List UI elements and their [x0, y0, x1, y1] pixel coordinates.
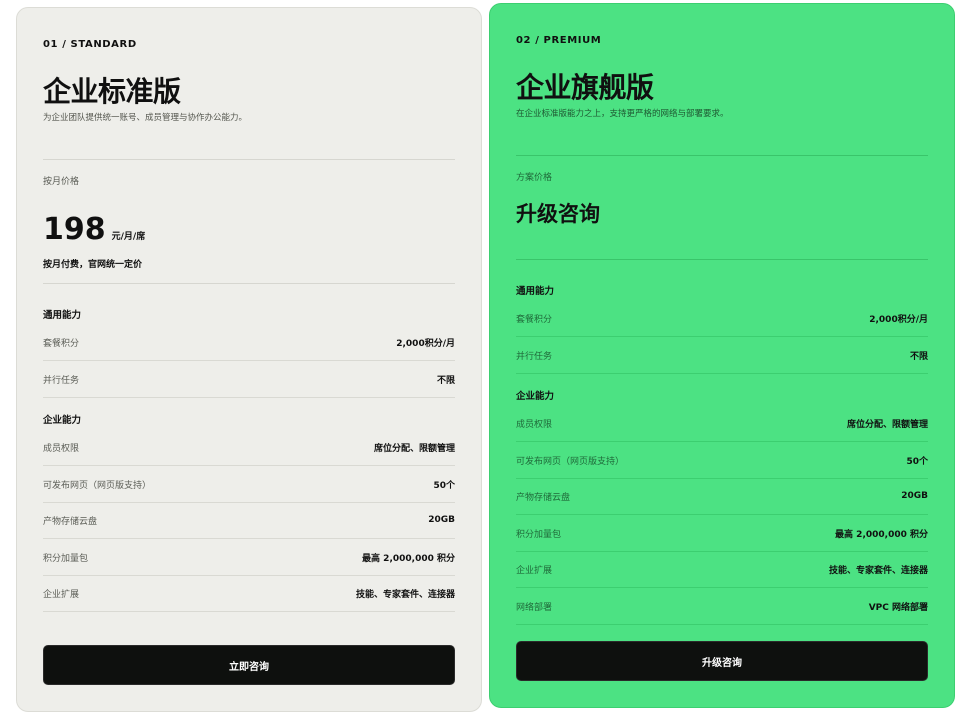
- feature-value: 席位分配、限额管理: [846, 419, 928, 430]
- plan-eyebrow: 02 / PREMIUM: [516, 35, 602, 46]
- feature-key: 可发布网页（网页版支持）: [516, 456, 625, 467]
- divider: [516, 259, 928, 260]
- price-unit: 元/月/席: [111, 232, 146, 242]
- plan-subtitle: 在企业标准版能力之上，支持更严格的网络与部署要求。: [516, 109, 729, 119]
- feature-row: 套餐积分 2,000积分/月: [516, 300, 928, 337]
- divider: [43, 283, 455, 284]
- premium-plan-card: 02 / PREMIUM 企业旗舰版 在企业标准版能力之上，支持更严格的网络与部…: [489, 3, 955, 708]
- feature-row: 企业扩展 技能、专家套件、连接器: [43, 575, 455, 612]
- feature-key: 积分加量包: [43, 553, 89, 564]
- feature-key: 企业扩展: [516, 565, 553, 576]
- section-title-general: 通用能力: [43, 310, 82, 321]
- feature-key: 产物存储云盘: [516, 492, 571, 503]
- plan-title: 企业标准版: [43, 75, 181, 108]
- feature-row: 成员权限 席位分配、限额管理: [516, 405, 928, 442]
- consult-button[interactable]: 立即咨询: [43, 645, 455, 685]
- price-label: 按月价格: [43, 177, 80, 187]
- feature-value: 最高 2,000,000 积分: [835, 529, 928, 540]
- feature-row: 并行任务 不限: [43, 361, 455, 398]
- section-title-enterprise: 企业能力: [43, 415, 82, 426]
- feature-row: 成员权限 席位分配、限额管理: [43, 429, 455, 466]
- price-text: 升级咨询: [516, 202, 600, 226]
- feature-row: 产物存储云盘 20GB: [516, 478, 928, 515]
- feature-value: 技能、专家套件、连接器: [355, 589, 455, 600]
- feature-value: 2,000积分/月: [869, 314, 928, 325]
- price-note: 按月付费，官网统一定价: [43, 260, 143, 270]
- plan-eyebrow: 01 / STANDARD: [43, 39, 137, 50]
- feature-value: 2,000积分/月: [396, 338, 455, 349]
- feature-row: 积分加量包 最高 2,000,000 积分: [43, 539, 455, 576]
- feature-key: 成员权限: [516, 419, 553, 430]
- plan-title: 企业旗舰版: [516, 71, 654, 104]
- divider: [516, 155, 928, 156]
- price-label: 方案价格: [516, 173, 553, 183]
- feature-key: 产物存储云盘: [43, 516, 98, 527]
- section-title-general: 通用能力: [516, 286, 555, 297]
- feature-key: 并行任务: [516, 351, 553, 362]
- standard-plan-card: 01 / STANDARD 企业标准版 为企业团队提供统一账号、成员管理与协作办…: [16, 7, 482, 712]
- feature-row: 可发布网页（网页版支持） 50个: [43, 466, 455, 503]
- upgrade-consult-button[interactable]: 升级咨询: [516, 641, 928, 681]
- feature-key: 成员权限: [43, 443, 80, 454]
- feature-row: 套餐积分 2,000积分/月: [43, 324, 455, 361]
- feature-value: VPC 网络部署: [868, 602, 928, 613]
- feature-row: 产物存储云盘 20GB: [43, 502, 455, 539]
- feature-row: 企业扩展 技能、专家套件、连接器: [516, 551, 928, 588]
- feature-key: 套餐积分: [516, 314, 553, 325]
- feature-key: 网络部署: [516, 602, 553, 613]
- feature-value: 不限: [436, 375, 455, 386]
- feature-row: 并行任务 不限: [516, 337, 928, 374]
- price-block: 198 元/月/席: [43, 212, 455, 247]
- feature-value: 最高 2,000,000 积分: [362, 553, 455, 564]
- feature-value: 20GB: [901, 491, 928, 501]
- plan-subtitle: 为企业团队提供统一账号、成员管理与协作办公能力。: [43, 113, 248, 123]
- price-value: 198: [43, 212, 106, 247]
- feature-value: 技能、专家套件、连接器: [828, 565, 928, 576]
- feature-value: 50个: [906, 456, 928, 467]
- feature-key: 套餐积分: [43, 338, 80, 349]
- section-title-enterprise: 企业能力: [516, 391, 555, 402]
- feature-row: 积分加量包 最高 2,000,000 积分: [516, 515, 928, 552]
- feature-row: 可发布网页（网页版支持） 50个: [516, 442, 928, 479]
- feature-key: 并行任务: [43, 375, 80, 386]
- feature-value: 50个: [433, 480, 455, 491]
- feature-value: 不限: [909, 351, 928, 362]
- feature-key: 企业扩展: [43, 589, 80, 600]
- feature-key: 可发布网页（网页版支持）: [43, 480, 152, 491]
- feature-value: 20GB: [428, 515, 455, 525]
- divider: [43, 159, 455, 160]
- feature-row: 网络部署 VPC 网络部署: [516, 588, 928, 625]
- feature-key: 积分加量包: [516, 529, 562, 540]
- feature-value: 席位分配、限额管理: [373, 443, 455, 454]
